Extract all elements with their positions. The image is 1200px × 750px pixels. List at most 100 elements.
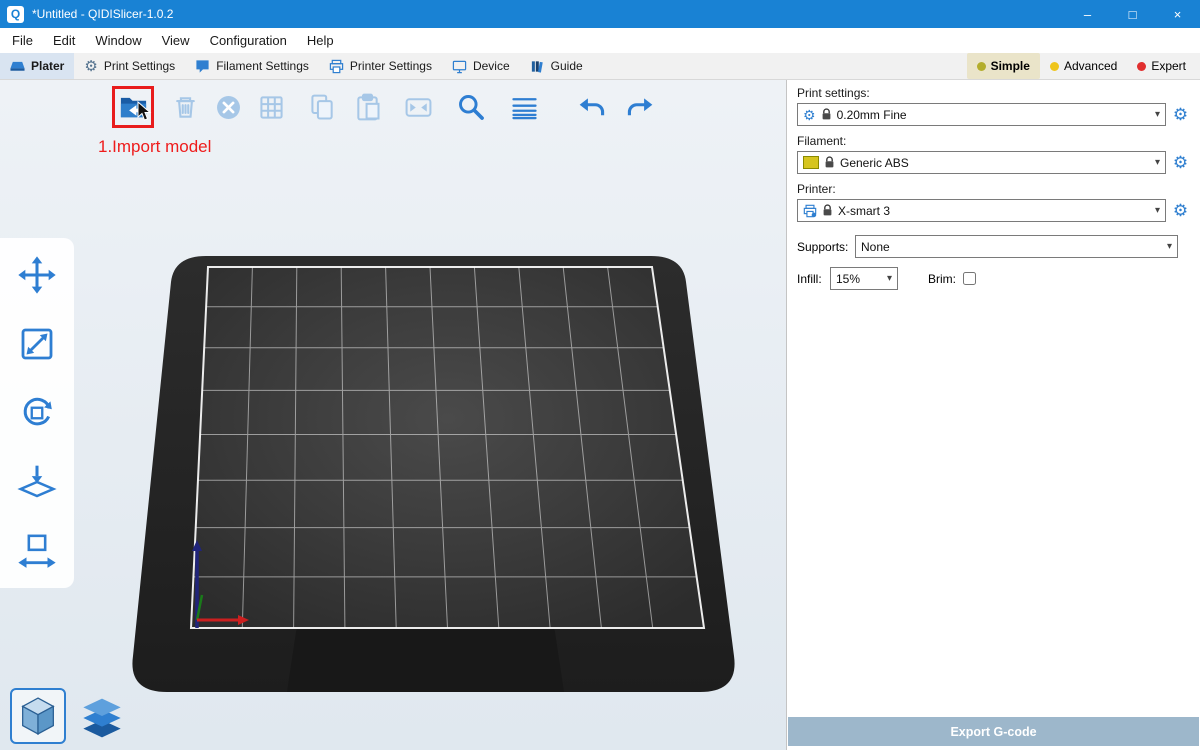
window-title: *Untitled - QIDISlicer-1.0.2	[32, 7, 173, 21]
lock-icon	[824, 156, 835, 169]
export-gcode-button[interactable]: Export G-code	[788, 717, 1199, 746]
print-settings-gear-button[interactable]: ⚙	[1171, 105, 1190, 125]
view-switcher	[10, 688, 126, 744]
chevron-down-icon: ▾	[1151, 109, 1160, 120]
infill-combo[interactable]: 15% ▾	[830, 267, 898, 290]
printer-icon	[803, 204, 817, 218]
minimize-button[interactable]: –	[1065, 0, 1110, 28]
paste-button[interactable]	[348, 88, 386, 126]
filament-settings-gear-button[interactable]: ⚙	[1171, 153, 1190, 173]
supports-combo[interactable]: None ▾	[855, 235, 1178, 258]
measure-icon	[16, 530, 58, 572]
delete-all-button[interactable]	[209, 88, 247, 126]
scale-button[interactable]	[14, 321, 60, 367]
gizmo-toolbar	[0, 238, 74, 588]
filament-profile-value: Generic ABS	[840, 156, 909, 170]
tab-device[interactable]: Device	[442, 53, 520, 79]
move-button[interactable]	[14, 252, 60, 298]
menu-item-window[interactable]: Window	[85, 28, 151, 53]
menu-bar: File Edit Window View Configuration Help	[0, 28, 1200, 53]
gear-icon: ⚙	[803, 108, 816, 122]
filament-profile-combo[interactable]: Generic ABS ▾	[797, 151, 1166, 174]
titlebar: Q *Untitled - QIDISlicer-1.0.2 – □ ×	[0, 0, 1200, 28]
tab-print-settings[interactable]: ⚙ Print Settings	[74, 53, 185, 79]
tab-printer-settings-label: Printer Settings	[350, 59, 432, 73]
search-icon	[455, 91, 488, 124]
plater-icon	[10, 59, 25, 74]
brim-checkbox[interactable]	[963, 272, 976, 285]
preview-view-button[interactable]	[78, 696, 126, 744]
rotate-button[interactable]	[14, 390, 60, 436]
mode-expert[interactable]: Expert	[1127, 53, 1196, 79]
place-on-face-icon	[16, 461, 58, 503]
supports-label: Supports:	[797, 240, 855, 254]
gear-icon: ⚙	[84, 59, 97, 74]
preview-layers-icon	[78, 696, 126, 744]
mode-expert-label: Expert	[1151, 59, 1186, 73]
infill-label: Infill:	[797, 272, 830, 286]
chevron-down-icon: ▾	[1151, 157, 1160, 168]
split-objects-icon	[402, 91, 435, 124]
chevron-down-icon: ▾	[1163, 241, 1172, 252]
delete-all-icon	[212, 91, 245, 124]
menu-item-configuration[interactable]: Configuration	[200, 28, 297, 53]
simple-mode-dot-icon	[977, 62, 986, 71]
mode-simple[interactable]: Simple	[967, 53, 1040, 79]
variable-layer-height-button[interactable]	[505, 88, 543, 126]
filament-label: Filament:	[797, 134, 1190, 148]
printer-profile-combo[interactable]: X-smart 3 ▾	[797, 199, 1166, 222]
supports-value: None	[861, 240, 890, 254]
delete-icon	[169, 91, 202, 124]
print-bed	[0, 80, 786, 750]
measure-button[interactable]	[14, 528, 60, 574]
tab-plater-label: Plater	[31, 59, 64, 73]
redo-button[interactable]	[620, 88, 658, 126]
move-icon	[16, 254, 58, 296]
guide-icon	[530, 59, 545, 74]
app-logo-icon: Q	[7, 6, 24, 23]
tab-guide-label: Guide	[551, 59, 583, 73]
menu-item-edit[interactable]: Edit	[43, 28, 85, 53]
close-button[interactable]: ×	[1155, 0, 1200, 28]
print-bed-surface	[191, 267, 704, 628]
settings-panel: Print settings: ⚙ 0.20mm Fine ▾ ⚙ Filame…	[786, 80, 1200, 750]
mode-simple-label: Simple	[991, 59, 1030, 73]
tab-printer-settings[interactable]: Printer Settings	[319, 53, 442, 79]
mode-switcher: Simple Advanced Expert	[967, 53, 1196, 79]
menu-item-help[interactable]: Help	[297, 28, 344, 53]
printer-settings-gear-button[interactable]: ⚙	[1171, 201, 1190, 221]
mode-advanced[interactable]: Advanced	[1040, 53, 1127, 79]
scale-icon	[16, 323, 58, 365]
copy-button[interactable]	[303, 88, 341, 126]
split-objects-button[interactable]	[399, 88, 437, 126]
menu-item-view[interactable]: View	[152, 28, 200, 53]
tab-guide[interactable]: Guide	[520, 53, 593, 79]
device-icon	[452, 59, 467, 74]
viewport-3d[interactable]: 1.Import model	[0, 80, 786, 750]
redo-icon	[623, 91, 656, 124]
search-button[interactable]	[452, 88, 490, 126]
print-profile-combo[interactable]: ⚙ 0.20mm Fine ▾	[797, 103, 1166, 126]
rotate-icon	[16, 392, 58, 434]
editor-view-button[interactable]	[10, 688, 66, 744]
undo-button[interactable]	[573, 88, 611, 126]
printer-label: Printer:	[797, 182, 1190, 196]
tab-plater[interactable]: Plater	[0, 53, 74, 79]
mouse-cursor-icon	[137, 101, 153, 123]
tab-filament-settings[interactable]: Filament Settings	[185, 53, 319, 79]
printer-icon	[329, 59, 344, 74]
chevron-down-icon: ▾	[883, 273, 892, 284]
tab-bar: Plater ⚙ Print Settings Filament Setting…	[0, 53, 1200, 80]
tab-filament-settings-label: Filament Settings	[216, 59, 309, 73]
lock-icon	[822, 204, 833, 217]
arrange-button[interactable]	[252, 88, 290, 126]
tab-print-settings-label: Print Settings	[104, 59, 175, 73]
paste-icon	[351, 91, 384, 124]
place-on-face-button[interactable]	[14, 459, 60, 505]
maximize-button[interactable]: □	[1110, 0, 1155, 28]
variable-layer-height-icon	[508, 91, 541, 124]
delete-button[interactable]	[166, 88, 204, 126]
window-controls: – □ ×	[1065, 0, 1200, 28]
menu-item-file[interactable]: File	[2, 28, 43, 53]
brim-label: Brim:	[928, 272, 956, 286]
